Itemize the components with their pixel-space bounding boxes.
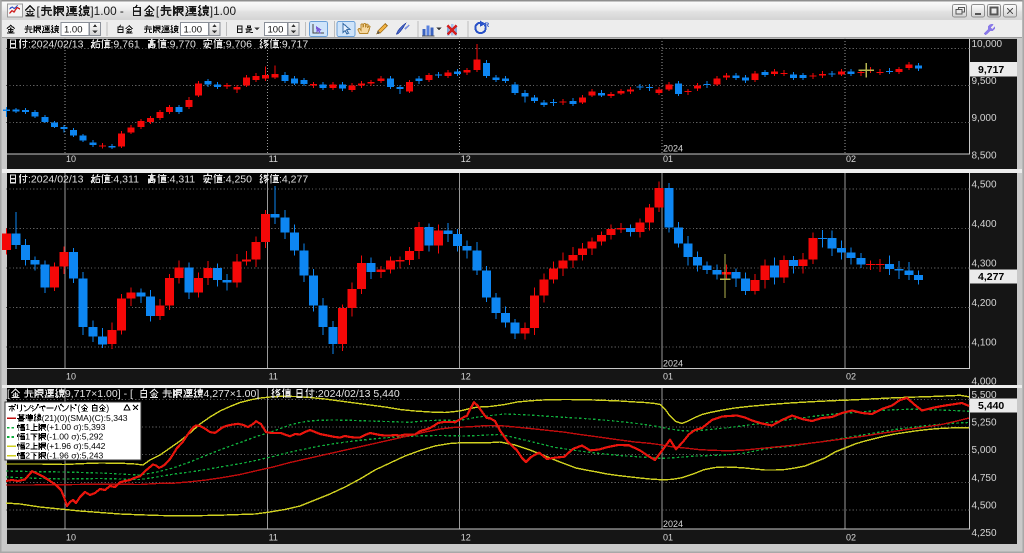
svg-text:4,100: 4,100	[972, 337, 997, 348]
svg-text:10: 10	[66, 154, 76, 164]
svg-text:12: 12	[461, 533, 471, 543]
svg-text::4,277: :4,277	[279, 174, 308, 186]
svg-text:100: 100	[268, 25, 284, 36]
svg-text:2: 2	[25, 441, 30, 451]
svg-text:12: 12	[461, 154, 471, 164]
svg-text:4,277×1.00]: 4,277×1.00]	[204, 388, 260, 400]
svg-text::2024/02/13: :2024/02/13	[28, 174, 84, 186]
svg-text:9,500: 9,500	[972, 76, 997, 87]
svg-text:01: 01	[663, 154, 673, 164]
svg-text::9,770: :9,770	[167, 39, 196, 51]
svg-text:9,717×1.00] - [: 9,717×1.00] - [	[65, 388, 133, 400]
svg-text:1: 1	[25, 422, 30, 432]
svg-text:12: 12	[461, 372, 471, 382]
svg-text:02: 02	[846, 533, 856, 543]
svg-text:10,000: 10,000	[972, 39, 1003, 50]
svg-text:(: (	[77, 403, 80, 413]
svg-text::4,250: :4,250	[223, 174, 252, 186]
svg-text:2: 2	[25, 451, 30, 461]
svg-text:9,000: 9,000	[972, 113, 997, 124]
svg-text:(+1.96 σ):5,442: (+1.96 σ):5,442	[46, 441, 105, 451]
svg-text:2024: 2024	[663, 144, 683, 154]
svg-text::9,717: :9,717	[279, 39, 308, 51]
svg-text:]1.00: ]1.00	[210, 4, 237, 18]
svg-text:[: [	[7, 388, 10, 400]
svg-text:4,277: 4,277	[978, 271, 1004, 283]
svg-text:5,000: 5,000	[972, 445, 997, 456]
svg-text::2024/02/13: :2024/02/13	[28, 39, 84, 51]
svg-text:4,750: 4,750	[972, 473, 997, 484]
svg-text:2024: 2024	[663, 519, 683, 529]
svg-text:): )	[106, 403, 109, 413]
svg-text:4,300: 4,300	[972, 259, 997, 270]
svg-text:4,400: 4,400	[972, 219, 997, 230]
svg-text:5,250: 5,250	[972, 418, 997, 429]
svg-text::9,761: :9,761	[111, 39, 140, 51]
svg-text:R: R	[485, 22, 490, 29]
svg-text:1.00: 1.00	[184, 25, 203, 36]
svg-text:8,500: 8,500	[972, 150, 997, 161]
svg-text:9,717: 9,717	[978, 64, 1004, 76]
svg-text:2024: 2024	[663, 359, 683, 369]
svg-text:4,250: 4,250	[972, 528, 997, 539]
svg-text:02: 02	[846, 154, 856, 164]
svg-text::4,311: :4,311	[167, 174, 196, 186]
svg-text:01: 01	[663, 533, 673, 543]
svg-text:11: 11	[269, 533, 278, 543]
svg-text:02: 02	[846, 372, 856, 382]
svg-text:4,500: 4,500	[972, 180, 997, 191]
svg-text:01: 01	[663, 372, 673, 382]
svg-text:]1.00 -: ]1.00 -	[90, 4, 124, 18]
svg-text:11: 11	[269, 372, 278, 382]
svg-text:10: 10	[66, 372, 76, 382]
svg-text:5,440: 5,440	[978, 400, 1004, 412]
svg-text:10: 10	[66, 533, 76, 543]
svg-text::9,706: :9,706	[223, 39, 252, 51]
svg-text::4,311: :4,311	[111, 174, 140, 186]
svg-text::2024/02/13 5,440: :2024/02/13 5,440	[315, 388, 400, 400]
svg-text:(-1.96 σ):5,243: (-1.96 σ):5,243	[46, 451, 103, 461]
svg-text:1.00: 1.00	[64, 25, 83, 36]
svg-text:4,200: 4,200	[972, 298, 997, 309]
svg-text:11: 11	[269, 154, 278, 164]
svg-text:(+1.00 σ):5,393: (+1.00 σ):5,393	[46, 422, 105, 432]
svg-text:4,500: 4,500	[972, 500, 997, 511]
